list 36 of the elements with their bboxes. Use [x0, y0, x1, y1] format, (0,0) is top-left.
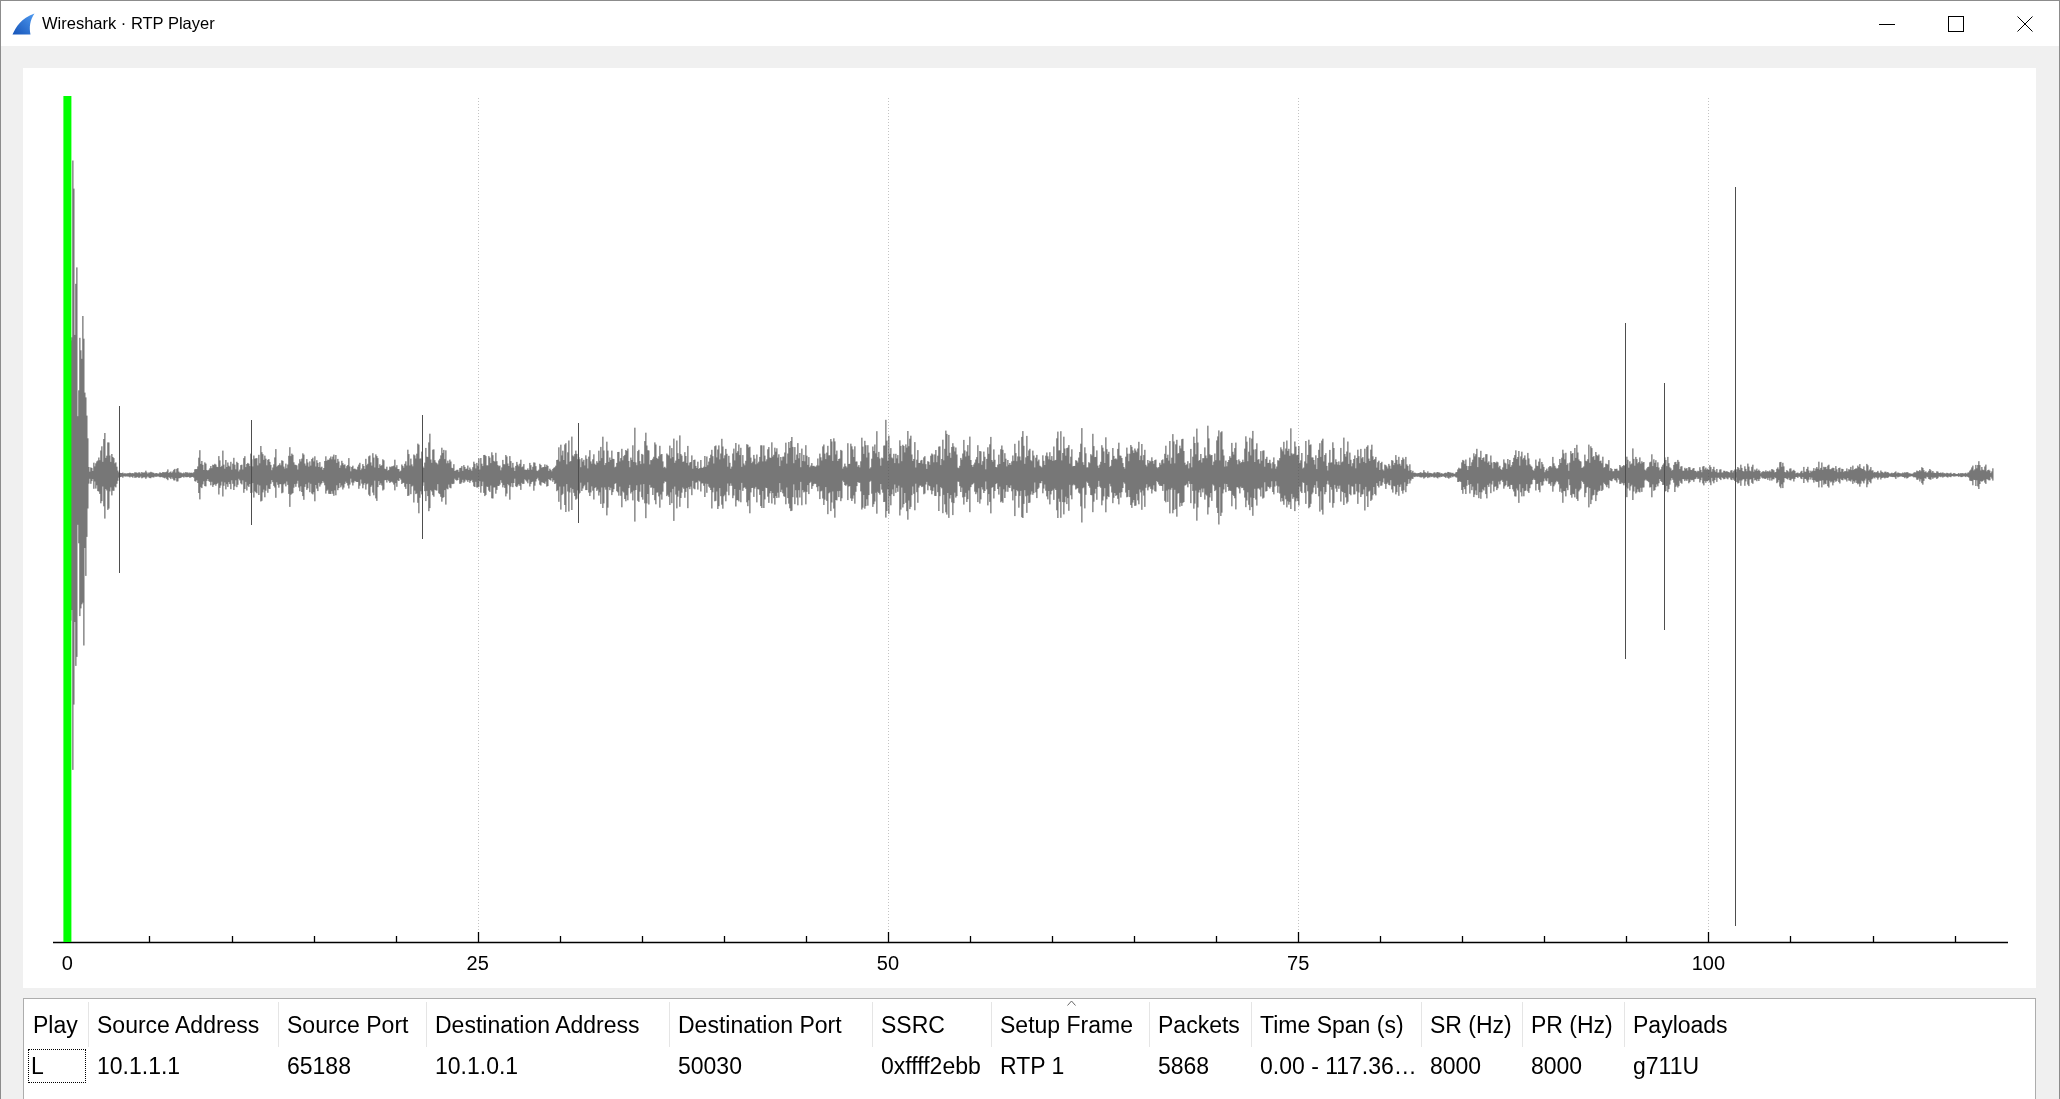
channel-cell[interactable]: L [28, 1049, 86, 1083]
table-cell-text: RTP 1 [999, 1051, 1066, 1081]
fin-icon [12, 12, 35, 35]
column-header[interactable]: SR (Hz) [1422, 1002, 1523, 1047]
column-header[interactable]: PR (Hz) [1523, 1002, 1625, 1047]
time-tick-label: 50 [876, 952, 900, 974]
column-header[interactable]: Destination Address [427, 1002, 670, 1047]
minimize-icon [1878, 23, 1895, 25]
maximize-icon [1947, 15, 1964, 32]
table-cell-text: 0.00 - 117.36… [1259, 1051, 1418, 1081]
column-header[interactable]: Play [24, 1002, 89, 1047]
column-header[interactable]: Source Address [89, 1002, 279, 1047]
table-cell-text: 65188 [286, 1051, 352, 1081]
sort-caret-icon [1066, 1000, 1076, 1006]
table-cell-text: 8000 [1429, 1051, 1483, 1081]
table-cell-text: 50030 [677, 1051, 743, 1081]
table-cell-text: g711U [1632, 1051, 1701, 1081]
column-header[interactable]: Packets [1150, 1002, 1252, 1047]
time-tick-label: 100 [1691, 952, 1726, 974]
table-cell-text: 10.1.0.1 [434, 1051, 520, 1081]
column-header[interactable]: Setup Frame [992, 1002, 1150, 1047]
time-tick-label: 75 [1287, 952, 1310, 974]
table-cell-text: 5868 [1157, 1051, 1211, 1081]
window-title: Wireshark · RTP Player [42, 14, 215, 33]
column-header[interactable]: Payloads [1625, 1002, 2035, 1047]
table-cell-text: 0xffff2ebb [880, 1051, 982, 1081]
table-cell-text: 10.1.1.1 [96, 1051, 182, 1081]
playhead-cursor[interactable] [63, 96, 72, 942]
column-header[interactable]: Destination Port [670, 1002, 873, 1047]
column-header[interactable]: SSRC [873, 1002, 992, 1047]
table-cell-text: 8000 [1530, 1051, 1584, 1081]
column-header[interactable]: Time Span (s) [1252, 1002, 1422, 1047]
close-icon [2016, 15, 2033, 32]
time-tick-label: 25 [466, 952, 489, 974]
time-tick-label: 0 [61, 952, 73, 974]
column-header[interactable]: Source Port [279, 1002, 427, 1047]
